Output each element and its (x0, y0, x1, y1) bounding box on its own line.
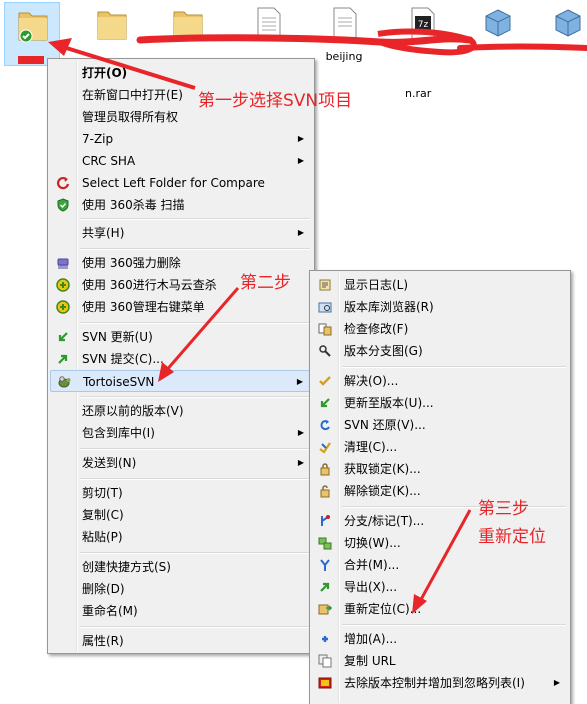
annotation-step3-line1: 第三步 (478, 499, 529, 519)
annotation-step3-line2: 重新定位 (478, 527, 546, 547)
step1-arrow (59, 44, 196, 90)
step3-arrow (416, 509, 472, 606)
redaction-scribble (457, 43, 587, 51)
annotation-step1: 第一步选择SVN项目 (198, 91, 353, 111)
redaction-bar (18, 56, 44, 64)
redaction-scribble (136, 34, 474, 46)
step3-arrowhead (412, 594, 427, 614)
step2-arrow (163, 287, 240, 373)
annotation-step2: 第二步 (240, 273, 291, 293)
